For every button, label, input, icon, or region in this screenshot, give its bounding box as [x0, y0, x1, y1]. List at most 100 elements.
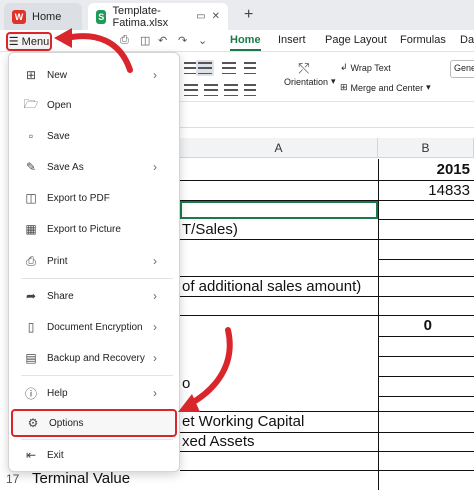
- cell-a-additional-sales[interactable]: of additional sales amount): [182, 278, 361, 295]
- align-bottom-icon[interactable]: [224, 84, 238, 96]
- menu-item-open[interactable]: 🗁 Open: [9, 91, 179, 119]
- close-icon[interactable]: ✕: [212, 11, 220, 22]
- grid-line: [180, 296, 474, 297]
- menu-item-options[interactable]: ⚙ Options: [11, 409, 177, 437]
- row-header-17[interactable]: 17: [6, 472, 19, 486]
- print-icon: ⎙: [26, 253, 36, 268]
- number-format-select[interactable]: Gene: [450, 60, 474, 78]
- menu-item-label: Export to Picture: [47, 223, 121, 235]
- menu-item-label: Save: [47, 130, 70, 142]
- grid-line: [378, 356, 474, 357]
- grid-line: [378, 159, 379, 490]
- ribbon-tab-data[interactable]: Da: [460, 34, 474, 46]
- tab-file-label: Template-Fatima.xlsx: [112, 4, 169, 29]
- wrap-text-label: Wrap Text: [350, 62, 391, 73]
- grid-line: [378, 336, 474, 337]
- cell-a-working-capital[interactable]: et Working Capital: [182, 413, 304, 430]
- grid-line: [180, 239, 474, 240]
- orientation-button[interactable]: Orientation ▾: [284, 76, 336, 87]
- align-top-icon[interactable]: [184, 84, 198, 96]
- column-header-b[interactable]: B: [378, 138, 474, 158]
- wrap-text-icon: ↲: [340, 62, 348, 72]
- folder-icon: 🗁: [23, 96, 39, 111]
- chevron-right-icon: ›: [153, 351, 157, 365]
- picture-icon: ▦: [25, 222, 37, 236]
- cell-a-terminal-value[interactable]: Terminal Value: [32, 470, 130, 487]
- ribbon-tab-home[interactable]: Home: [230, 34, 261, 51]
- pdf-icon: ◫: [25, 191, 37, 205]
- cell-b-zero[interactable]: 0: [380, 317, 432, 334]
- cell-b-year[interactable]: 2015: [380, 161, 470, 178]
- backup-icon: ▤: [25, 351, 37, 365]
- distributed-icon[interactable]: [244, 84, 256, 96]
- menu-item-export-pdf[interactable]: ◫ Export to PDF: [9, 184, 179, 212]
- menu-item-save-as[interactable]: ✎ Save As ›: [9, 153, 179, 181]
- menu-item-label: New: [47, 69, 68, 81]
- merge-center-button[interactable]: ⊞ Merge and Center ▾: [340, 82, 431, 93]
- print-preview-icon[interactable]: ◫: [140, 34, 150, 47]
- chevron-down-icon[interactable]: ⌄: [198, 34, 207, 47]
- cell-a-o[interactable]: o: [182, 375, 190, 392]
- save-as-icon: ✎: [25, 160, 37, 174]
- grid-line: [180, 470, 474, 471]
- orientation-label: Orientation: [284, 76, 329, 87]
- menu-item-document-encryption[interactable]: ▯ Document Encryption ›: [9, 313, 179, 341]
- align-right-icon[interactable]: [222, 62, 236, 74]
- grid-line: [180, 276, 474, 277]
- ribbon-tab-insert[interactable]: Insert: [278, 34, 306, 46]
- align-center-icon[interactable]: [196, 60, 214, 76]
- formula-bar[interactable]: [180, 108, 474, 128]
- ribbon-tab-page-layout[interactable]: Page Layout: [325, 34, 387, 46]
- print-icon[interactable]: ⎙: [120, 34, 129, 47]
- column-header-a[interactable]: A: [180, 138, 378, 158]
- options-icon: ⚙: [27, 416, 39, 430]
- spreadsheet-logo-icon: S: [96, 9, 107, 24]
- ribbon-tab-formulas[interactable]: Formulas: [400, 34, 446, 46]
- menu-item-print[interactable]: ⎙ Print ›: [9, 247, 179, 275]
- menu-item-new[interactable]: ⊞ New ›: [9, 61, 179, 89]
- menu-button-label: Menu: [21, 35, 50, 48]
- tab-file[interactable]: S Template-Fatima.xlsx ▭ ✕: [88, 3, 228, 30]
- menu-item-share[interactable]: ➦ Share ›: [9, 282, 179, 310]
- chevron-right-icon: ›: [153, 320, 157, 334]
- menu-separator: [21, 278, 173, 279]
- chevron-right-icon: ›: [153, 289, 157, 303]
- justify-icon[interactable]: [244, 62, 256, 74]
- cell-a-t-sales[interactable]: T/Sales): [182, 221, 238, 238]
- help-icon: ⓘ: [24, 386, 37, 401]
- menu-separator: [21, 439, 173, 440]
- tab-home[interactable]: W Home: [4, 3, 82, 30]
- merge-icon: ⊞: [340, 82, 348, 92]
- menu-item-label: Print: [47, 255, 68, 267]
- grid-line: [378, 396, 474, 397]
- menu-item-save[interactable]: ▫ Save: [9, 122, 179, 150]
- redo-icon[interactable]: ↷: [178, 34, 187, 47]
- monitor-icon[interactable]: ▭: [196, 11, 205, 22]
- menu-item-help[interactable]: ⓘ Help ›: [9, 379, 179, 407]
- share-icon: ➦: [25, 289, 37, 303]
- menu-button[interactable]: ☰ Menu: [6, 32, 52, 51]
- menu-item-label: Export to PDF: [47, 192, 110, 204]
- undo-icon[interactable]: ↶: [158, 34, 167, 47]
- number-format-value: Gene: [454, 63, 474, 73]
- menu-item-label: Share: [47, 290, 74, 302]
- menu-item-backup-recovery[interactable]: ▤ Backup and Recovery ›: [9, 344, 179, 372]
- menu-item-label: Exit: [47, 449, 64, 461]
- new-tab-button[interactable]: +: [244, 6, 253, 24]
- grid-line: [378, 259, 474, 260]
- wrap-text-button[interactable]: ↲ Wrap Text: [340, 62, 391, 73]
- menu-item-exit[interactable]: ⇤ Exit: [9, 441, 179, 469]
- grid-line: [378, 376, 474, 377]
- cell-b-value[interactable]: 14833: [380, 182, 470, 199]
- menu-item-label: Options: [49, 417, 84, 429]
- tab-home-label: Home: [32, 10, 62, 23]
- save-icon: ▫: [28, 129, 34, 143]
- grid-line: [378, 219, 474, 220]
- selected-cell[interactable]: [180, 201, 378, 219]
- new-file-icon: ⊞: [25, 68, 37, 82]
- align-middle-icon[interactable]: [204, 84, 218, 96]
- cell-a-fixed-assets[interactable]: xed Assets: [182, 433, 255, 450]
- menu-item-label: Save As: [47, 161, 84, 173]
- menu-item-export-picture[interactable]: ▦ Export to Picture: [9, 215, 179, 243]
- hamburger-icon: ☰: [8, 36, 19, 48]
